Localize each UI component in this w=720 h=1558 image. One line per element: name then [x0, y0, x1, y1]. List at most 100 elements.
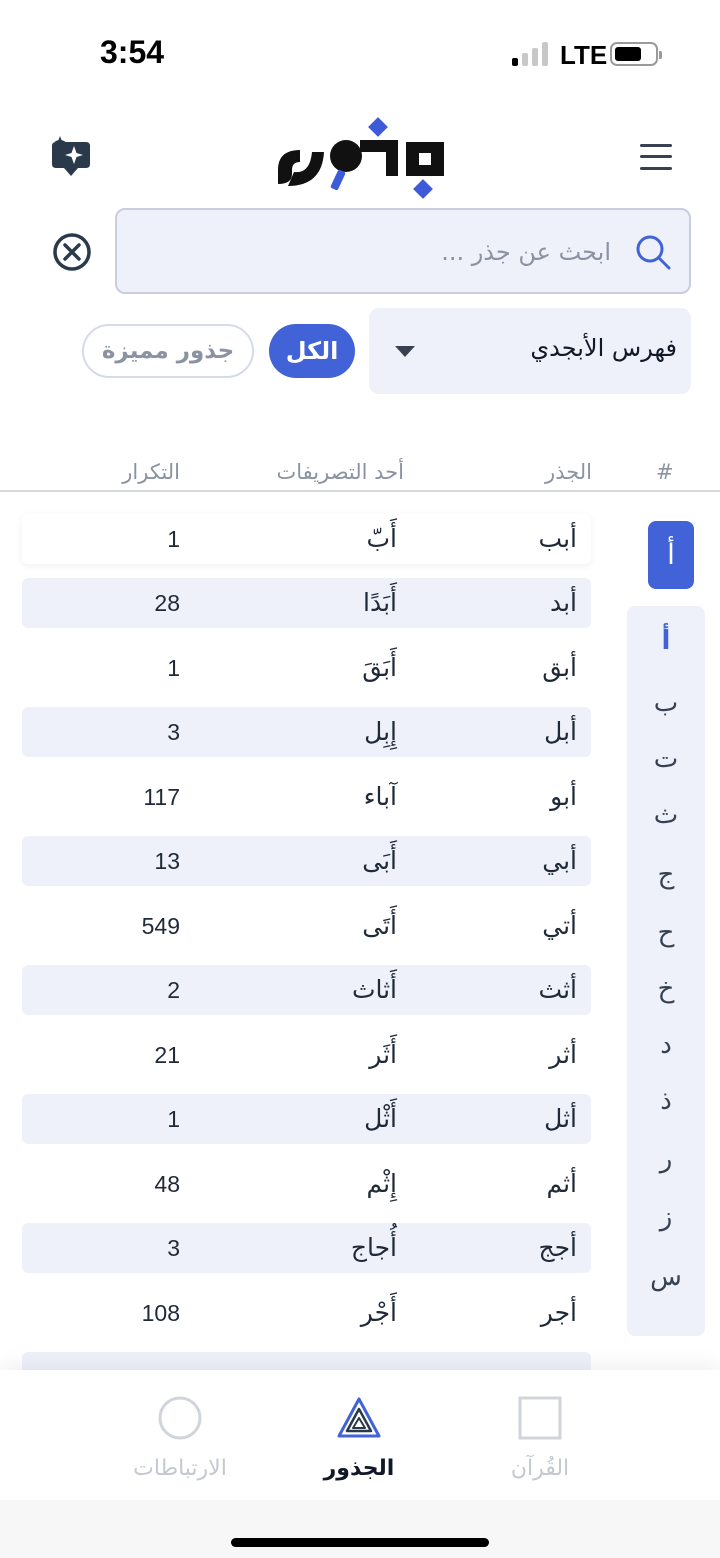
filter-featured-chip[interactable]: جذور مميزة [82, 324, 254, 378]
row-root: أثر [549, 1040, 577, 1069]
search-icon[interactable] [633, 232, 673, 272]
status-time: 3:54 [100, 34, 165, 70]
row-count: 21 [154, 1042, 180, 1068]
alphabet-letter[interactable]: أ [627, 626, 705, 656]
row-form: أَبَى [362, 846, 397, 875]
ai-chat-icon[interactable] [50, 134, 92, 178]
table-row[interactable]: أجر أَجْر 108 [22, 1288, 591, 1338]
row-root: أبب [538, 524, 577, 553]
table-row[interactable]: أبي أَبَى 13 [22, 836, 591, 886]
row-form: أَبَقَ [362, 653, 397, 682]
header-count: التكرار [122, 460, 180, 484]
header-number: # [656, 460, 674, 484]
square-icon [518, 1396, 562, 1440]
row-form: أَبّ [366, 524, 397, 553]
row-count: 13 [154, 848, 180, 874]
network-label: LTE [560, 40, 608, 70]
alphabet-letter[interactable]: ح [627, 918, 705, 948]
alphabet-letter[interactable]: ث [627, 800, 705, 830]
row-root: أبل [544, 717, 577, 746]
alphabet-letter[interactable]: ب [627, 688, 705, 718]
roots-table: أبب أَبّ 1 أبد أَبَدًا 28 أبق أَبَقَ 1 أ… [0, 492, 720, 1370]
row-count: 1 [167, 655, 180, 681]
menu-icon[interactable] [640, 142, 672, 172]
table-row[interactable]: أتي أَتَى 549 [22, 901, 591, 951]
row-form: إِثْم [366, 1169, 397, 1198]
alphabet-letter[interactable]: ذ [627, 1086, 705, 1116]
row-form: أُجاج [350, 1233, 397, 1262]
row-root: أثث [538, 975, 577, 1004]
search-box [115, 208, 691, 294]
index-type-select[interactable]: فهرس الأبجدي [369, 308, 691, 394]
battery-icon [610, 42, 662, 66]
table-row[interactable]: أثم إِثْم 48 [22, 1159, 591, 1209]
row-form: أَجْر [360, 1298, 397, 1327]
row-count: 549 [141, 913, 180, 939]
row-form: أَتَى [362, 911, 397, 940]
row-root: أبد [549, 588, 577, 617]
row-count: 108 [141, 1300, 180, 1326]
bottom-nav: الارتباطات الجذور القُرآن [0, 1370, 720, 1500]
nav-connections[interactable]: الارتباطات [80, 1370, 280, 1500]
nav-quran-label: القُرآن [510, 1456, 570, 1481]
row-root: أثم [546, 1169, 577, 1198]
header-form: أحد التصريفات [276, 460, 404, 484]
row-form: إِبِل [364, 717, 397, 746]
alphabet-letter[interactable]: د [627, 1030, 705, 1060]
row-form: أَبَدًا [363, 588, 397, 617]
search-input[interactable] [151, 228, 611, 276]
table-row[interactable]: أثث أَثاث 2 [22, 965, 591, 1015]
chevron-down-icon [395, 346, 415, 357]
home-indicator-area [0, 1500, 720, 1558]
row-count: 117 [143, 784, 180, 810]
status-bar: 3:54 LTE [0, 0, 720, 100]
header-root: الجذر [545, 460, 592, 484]
row-count: 1 [167, 1106, 180, 1132]
row-root: أبق [542, 653, 577, 682]
app-logo [278, 117, 444, 199]
row-root: أتي [542, 911, 577, 940]
table-header: # الجذر أحد التصريفات التكرار [0, 450, 720, 492]
alphabet-letter[interactable]: س [627, 1262, 705, 1292]
clear-search-icon[interactable] [52, 232, 92, 272]
nav-roots[interactable]: الجذور [259, 1370, 459, 1500]
table-row[interactable]: أبق أَبَقَ 1 [22, 643, 591, 693]
active-letter-badge[interactable]: أ [648, 521, 694, 589]
row-form: أَثْل [364, 1104, 397, 1133]
table-row[interactable]: أجج أُجاج 3 [22, 1223, 591, 1273]
row-count: 28 [154, 590, 180, 616]
alphabet-index: أ ب ت ث ج ح خ د ذ ر ز س [627, 606, 705, 1336]
row-form: أَثاث [351, 975, 397, 1004]
filter-all-chip[interactable]: الكل [269, 324, 355, 378]
row-form: أَثَر [369, 1040, 397, 1069]
row-root: أجر [540, 1298, 577, 1327]
alphabet-letter[interactable]: ت [627, 744, 705, 774]
table-row[interactable]: أبو آباء 117 [22, 772, 591, 822]
row-count: 1 [167, 526, 180, 552]
signal-icon [512, 42, 548, 66]
alphabet-letter[interactable]: ج [627, 860, 705, 890]
row-root: أبي [542, 846, 577, 875]
table-row[interactable]: أبب أَبّ 1 [22, 514, 591, 564]
alphabet-letter[interactable]: ز [627, 1202, 705, 1232]
row-count: 48 [154, 1171, 180, 1197]
triangle-icon [337, 1397, 381, 1438]
alphabet-letter[interactable]: خ [627, 974, 705, 1004]
table-row[interactable]: أبد أَبَدًا 28 [22, 578, 591, 628]
home-indicator[interactable] [231, 1538, 489, 1547]
row-root: أجج [538, 1233, 577, 1262]
row-root: أثل [544, 1104, 577, 1133]
table-row[interactable]: أثل أَثْل 1 [22, 1094, 591, 1144]
row-count: 2 [167, 977, 180, 1003]
row-count: 3 [167, 1235, 180, 1261]
row-root: أبو [550, 782, 577, 811]
table-row[interactable]: أبل إِبِل 3 [22, 707, 591, 757]
table-row[interactable] [22, 1352, 591, 1370]
table-row[interactable]: أثر أَثَر 21 [22, 1030, 591, 1080]
alphabet-letter[interactable]: ر [627, 1144, 705, 1174]
nav-connections-label: الارتباطات [133, 1456, 227, 1481]
nav-roots-label: الجذور [323, 1456, 395, 1481]
row-form: آباء [363, 782, 397, 811]
row-count: 3 [167, 719, 180, 745]
nav-quran[interactable]: القُرآن [440, 1370, 640, 1500]
